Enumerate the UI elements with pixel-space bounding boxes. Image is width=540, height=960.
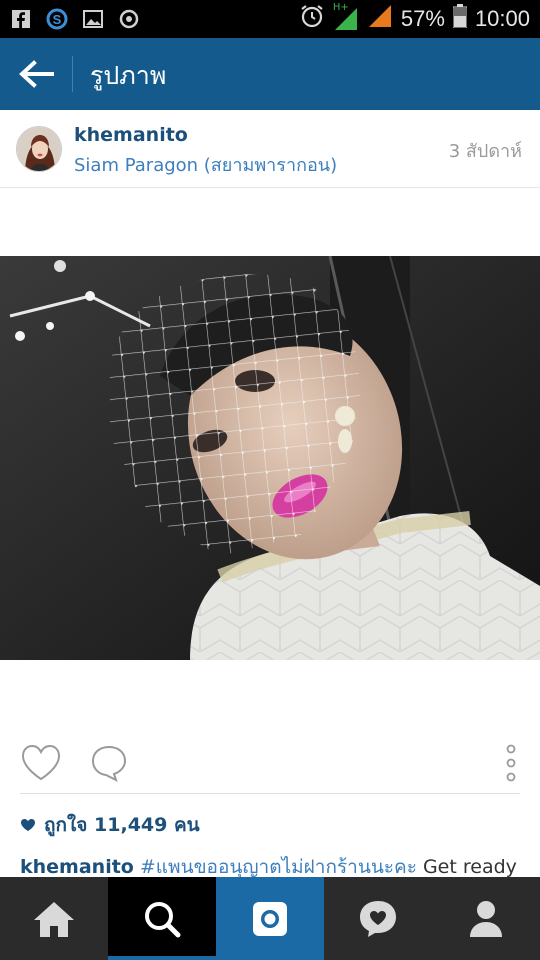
svg-text:S: S [53,12,62,27]
post-username[interactable]: khemanito [74,124,188,146]
bottom-nav [0,877,540,960]
search-icon [145,901,181,937]
post-location[interactable]: Siam Paragon (สยามพารากอน) [74,150,337,179]
more-vertical-icon [506,744,516,782]
network-type-label: H+ [332,2,349,13]
signal-2-icon [367,3,393,35]
signal-icon: H+ [333,2,359,32]
clock: 10:00 [474,6,530,31]
page-title: รูปภาพ [90,61,167,90]
facebook-icon [10,8,32,30]
nav-activity[interactable] [324,877,432,960]
caption-text: Get ready [416,856,517,878]
post-time: 3 สัปดาห์ [448,141,522,162]
record-icon [118,8,140,30]
back-arrow-icon [19,60,54,88]
avatar[interactable] [16,126,62,172]
heart-outline-icon [21,744,61,781]
image-notification-icon [82,8,104,30]
header-divider [72,56,73,92]
post-actions [0,735,540,791]
app-header: รูปภาพ [0,38,540,110]
likes-row[interactable]: ถูกใจ 11,449 คน [20,810,200,840]
status-bar: S H+ 57% 10:00 [0,0,540,38]
caption-username[interactable]: khemanito [20,856,134,878]
nav-search[interactable] [108,877,216,960]
battery-percentage: 57% [400,6,445,31]
caption-hashtag[interactable]: #แพนขออนุญาตไม่ฝากร้านนะคะ [140,856,417,878]
nav-profile[interactable] [432,877,540,960]
nav-camera[interactable] [216,877,324,960]
camera-icon [253,901,287,936]
comment-button[interactable] [86,741,132,785]
comment-icon [91,745,127,782]
post-header: khemanito Siam Paragon (สยามพารากอน) 3 ส… [0,110,540,188]
like-button[interactable] [18,741,64,785]
nav-home[interactable] [0,877,108,960]
battery-icon [452,4,468,34]
divider [20,793,520,794]
more-options-button[interactable] [496,741,526,785]
photo-image [0,256,540,660]
skype-icon: S [46,8,68,30]
likes-count: ถูกใจ 11,449 คน [44,814,200,836]
alarm-icon [299,3,325,35]
heart-filled-icon [21,819,35,831]
activity-icon [360,900,396,937]
post-photo[interactable] [0,256,540,660]
profile-icon [470,900,502,937]
home-icon [34,901,74,937]
back-button[interactable] [14,52,58,96]
